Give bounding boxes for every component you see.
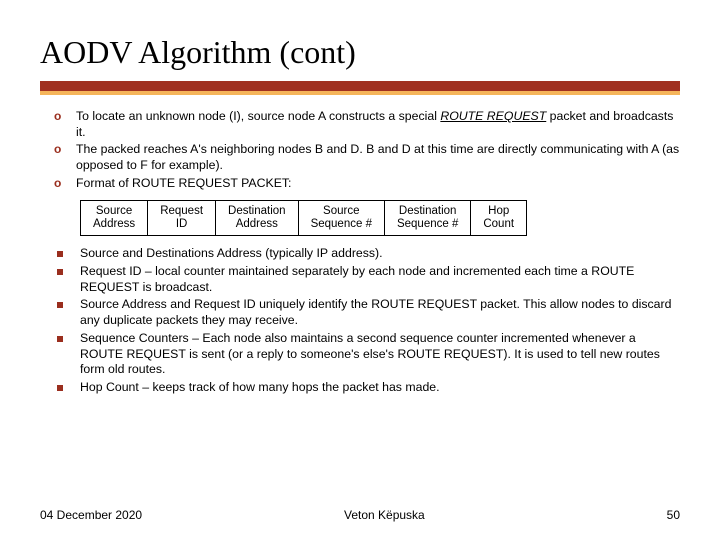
- slide-title: AODV Algorithm (cont): [40, 34, 680, 71]
- sub-bullet-item: Hop Count – keeps track of how many hops…: [54, 380, 680, 396]
- route-request-term: ROUTE REQUEST: [440, 109, 546, 123]
- packet-format-table: SourceAddress RequestID DestinationAddre…: [80, 200, 527, 236]
- field-line: Count: [483, 218, 514, 230]
- field-line: Address: [236, 218, 278, 230]
- slide-footer: 04 December 2020 Veton Këpuska 50: [40, 508, 680, 522]
- packet-field: DestinationAddress: [216, 200, 299, 235]
- field-line: Address: [93, 218, 135, 230]
- sub-bullet-item: Source Address and Request ID uniquely i…: [54, 297, 680, 328]
- packet-field: SourceSequence #: [298, 200, 384, 235]
- field-line: ID: [176, 218, 188, 230]
- slide: AODV Algorithm (cont) To locate an unkno…: [0, 0, 720, 540]
- slide-body: To locate an unknown node (I), source no…: [40, 109, 680, 396]
- table-row: SourceAddress RequestID DestinationAddre…: [81, 200, 527, 235]
- bullet-text-pre: To locate an unknown node (I), source no…: [76, 109, 440, 123]
- divider: [40, 81, 680, 95]
- bullet-item: Format of ROUTE REQUEST PACKET:: [54, 176, 680, 192]
- field-line: Destination: [399, 205, 457, 217]
- sub-bullet-list: Source and Destinations Address (typical…: [40, 246, 680, 396]
- bullet-item: To locate an unknown node (I), source no…: [54, 109, 680, 140]
- bullet-text: The packed reaches A's neighboring nodes…: [76, 142, 679, 172]
- field-line: Sequence #: [397, 218, 458, 230]
- bullet-text: Format of ROUTE REQUEST PACKET:: [76, 176, 291, 190]
- field-line: Destination: [228, 205, 286, 217]
- sub-bullet-item: Source and Destinations Address (typical…: [54, 246, 680, 262]
- field-line: Source: [96, 205, 132, 217]
- divider-bar-light: [40, 91, 680, 95]
- field-line: Source: [323, 205, 359, 217]
- sub-bullet-item: Request ID – local counter maintained se…: [54, 264, 680, 295]
- packet-field: DestinationSequence #: [384, 200, 470, 235]
- field-line: Request: [160, 205, 203, 217]
- bullet-item: The packed reaches A's neighboring nodes…: [54, 142, 680, 173]
- divider-bar-dark: [40, 81, 680, 91]
- footer-author: Veton Këpuska: [102, 508, 667, 522]
- field-line: Hop: [488, 205, 509, 217]
- field-line: Sequence #: [311, 218, 372, 230]
- packet-field: HopCount: [471, 200, 527, 235]
- sub-bullet-item: Sequence Counters – Each node also maint…: [54, 331, 680, 378]
- packet-field: RequestID: [148, 200, 216, 235]
- packet-field: SourceAddress: [81, 200, 148, 235]
- footer-page-number: 50: [667, 508, 680, 522]
- bullet-list: To locate an unknown node (I), source no…: [40, 109, 680, 192]
